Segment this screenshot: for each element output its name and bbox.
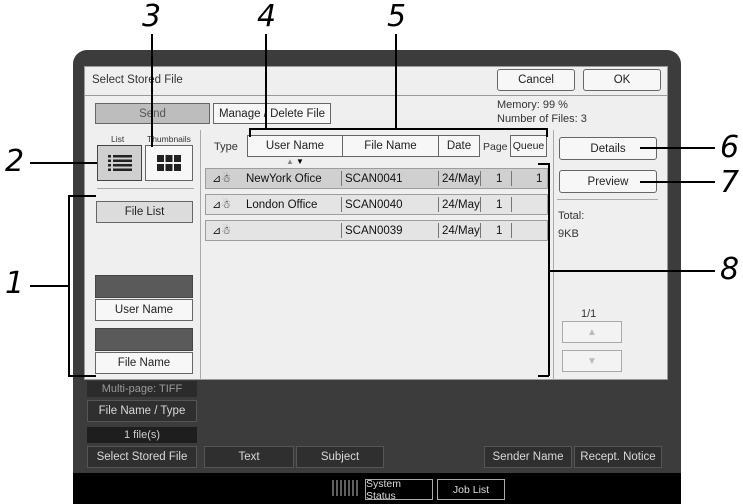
user-name-filter-field — [95, 275, 193, 298]
leader-line-4 — [265, 34, 267, 129]
row-page: 1 — [496, 172, 503, 185]
manage-delete-file-tab[interactable]: Manage / Delete File — [213, 103, 331, 124]
dialog-title: Select Stored File — [92, 74, 183, 86]
sort-user-name-button[interactable]: User Name — [247, 135, 343, 157]
list-view-button[interactable] — [97, 145, 142, 181]
list-view-label: List — [111, 134, 125, 144]
page-indicator: 1/1 — [581, 308, 597, 320]
multipage-info: Multi-page: TIFF — [87, 381, 197, 397]
title-divider — [84, 95, 668, 96]
leader-line-7 — [640, 181, 715, 183]
system-status-button[interactable]: System Status — [365, 478, 433, 502]
total-value: 9KB — [558, 228, 579, 240]
scroll-up-button[interactable]: ▲ — [562, 321, 622, 343]
leader-line-5 — [395, 34, 397, 129]
callout-3: 3 — [142, 0, 162, 34]
thumbnails-icon — [157, 155, 181, 171]
callout-2: 2 — [5, 144, 25, 179]
arrow-down-icon: ▼ — [587, 355, 597, 367]
row-file-name: SCAN0040 — [345, 198, 403, 211]
row-date: 24/May — [442, 224, 480, 237]
leader-line-3 — [151, 34, 153, 147]
thumbnails-view-button[interactable] — [145, 145, 193, 181]
file-list-button[interactable]: File List — [96, 201, 193, 223]
type-column-label: Type — [214, 141, 238, 153]
row-page: 1 — [496, 224, 503, 237]
callout-7: 7 — [720, 165, 740, 200]
right-column-divider — [553, 130, 554, 380]
sort-down-icon: ▼ — [296, 157, 304, 166]
page-column-label: Page — [483, 141, 508, 153]
ok-button[interactable]: OK — [583, 69, 661, 91]
row-user-name: London Office — [246, 198, 318, 211]
bracket-8-bottom — [538, 375, 549, 377]
callout-8: 8 — [720, 252, 740, 287]
callout-6: 6 — [720, 130, 740, 165]
leader-line-2 — [30, 162, 97, 164]
row-page: 1 — [496, 198, 503, 211]
callout-4: 4 — [257, 0, 277, 34]
cancel-button[interactable]: Cancel — [497, 69, 575, 91]
left-divider — [97, 188, 194, 189]
table-row[interactable]: ⊿☃ SCAN0039 24/May 1 — [205, 220, 548, 241]
file-name-type-button[interactable]: File Name / Type — [87, 400, 197, 422]
bracket-1-bottom — [68, 375, 96, 377]
scanner-file-type-icon: ⊿☃ — [212, 173, 232, 185]
number-of-files: Number of Files: 3 — [497, 113, 587, 125]
leader-line-6 — [640, 147, 715, 149]
recept-notice-button[interactable]: Recept. Notice — [574, 446, 662, 468]
select-stored-file-button[interactable]: Select Stored File — [87, 446, 197, 468]
total-label: Total: — [558, 210, 585, 222]
file-name-button[interactable]: File Name — [95, 352, 193, 374]
arrow-up-icon: ▲ — [587, 326, 597, 338]
right-divider — [557, 199, 658, 200]
callout-1: 1 — [5, 266, 25, 301]
sort-file-name-button[interactable]: File Name — [342, 135, 439, 157]
leader-line-1 — [30, 285, 68, 287]
row-date: 24/May — [442, 172, 480, 185]
row-date: 24/May — [442, 198, 480, 211]
bracket-line-top — [249, 128, 547, 130]
file-name-filter-field — [95, 328, 193, 351]
memory-status: Memory: 99 % — [497, 99, 568, 111]
bracket-1-top — [68, 195, 96, 197]
text-button[interactable]: Text — [204, 446, 294, 468]
signal-indicator-icon — [332, 480, 360, 496]
column-divider — [200, 130, 201, 380]
table-row[interactable]: ⊿☃ London Office SCAN0040 24/May 1 — [205, 194, 548, 215]
bracket-1-vertical — [68, 195, 70, 376]
sender-name-button[interactable]: Sender Name — [484, 446, 572, 468]
row-file-name: SCAN0041 — [345, 172, 403, 185]
thumbnails-view-label: Thumbnails — [147, 134, 191, 144]
bracket-line-right — [546, 128, 548, 137]
sort-date-button[interactable]: Date — [438, 135, 480, 157]
bracket-8-top — [538, 163, 549, 165]
sort-up-icon: ▲ — [286, 157, 294, 166]
table-row[interactable]: ⊿☃ NewYork Ofice SCAN0041 24/May 1 1 — [205, 168, 548, 189]
row-file-name: SCAN0039 — [345, 224, 403, 237]
scanner-file-type-icon: ⊿☃ — [212, 225, 232, 237]
user-name-button[interactable]: User Name — [95, 299, 193, 321]
list-icon — [107, 155, 132, 171]
row-queue: 1 — [536, 172, 543, 185]
job-list-button[interactable]: Job List — [437, 479, 505, 500]
scroll-down-button[interactable]: ▼ — [562, 350, 622, 372]
callout-5: 5 — [387, 0, 407, 34]
row-user-name: NewYork Ofice — [246, 172, 322, 185]
scanner-file-type-icon: ⊿☃ — [212, 199, 232, 211]
leader-line-8 — [549, 270, 715, 272]
sort-queue-button[interactable]: Queue — [510, 135, 547, 157]
subject-button[interactable]: Subject — [296, 446, 384, 468]
bracket-line-left — [249, 128, 251, 137]
files-count: 1 file(s) — [87, 427, 197, 443]
